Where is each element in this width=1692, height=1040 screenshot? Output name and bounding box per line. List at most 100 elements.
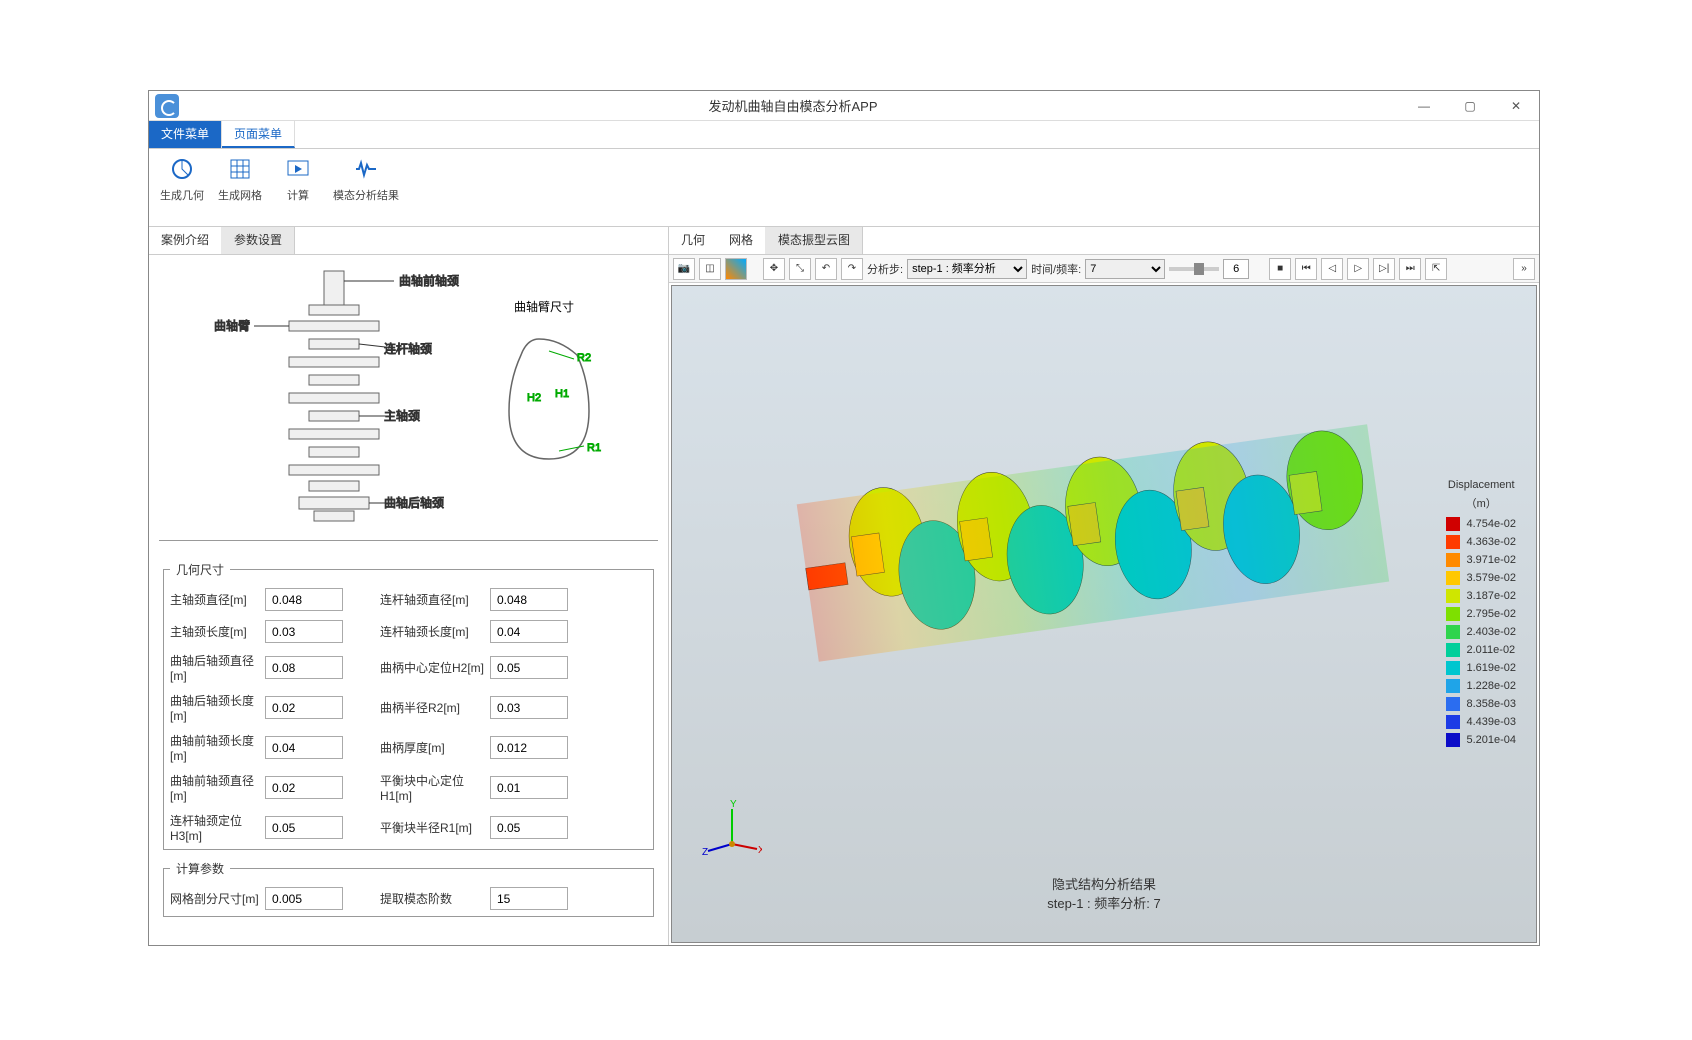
legend-row: 3.579e-02 <box>1446 569 1516 587</box>
geom-input[interactable] <box>490 656 568 679</box>
menu-page[interactable]: 页面菜单 <box>222 121 295 148</box>
time-select[interactable]: 7 <box>1085 259 1165 279</box>
legend-value: 5.201e-04 <box>1466 734 1516 746</box>
view-cube-icon[interactable]: ◫ <box>699 258 721 280</box>
rotate-cw-icon[interactable]: ↷ <box>841 258 863 280</box>
legend-value: 2.011e-02 <box>1466 644 1515 656</box>
gen-mesh-button[interactable]: 生成网格 <box>215 155 265 203</box>
geom-label: 平衡块半径R1[m] <box>380 819 490 836</box>
modal-result-label: 模态分析结果 <box>333 187 399 203</box>
legend-swatch <box>1446 679 1460 693</box>
rotate-ccw-icon[interactable]: ↶ <box>815 258 837 280</box>
axes-icon[interactable]: ⤡ <box>789 258 811 280</box>
menu-file[interactable]: 文件菜单 <box>149 121 222 148</box>
modes-label: 提取模态阶数 <box>380 890 490 907</box>
tab-intro[interactable]: 案例介绍 <box>149 227 221 254</box>
geom-input[interactable] <box>490 816 568 839</box>
window-title: 发动机曲轴自由模态分析APP <box>185 96 1401 115</box>
collapse-icon[interactable]: » <box>1513 258 1535 280</box>
export-icon[interactable]: ⇱ <box>1425 258 1447 280</box>
geom-label: 主轴颈直径[m] <box>170 591 265 608</box>
tab-contour[interactable]: 模态振型云图 <box>765 227 863 254</box>
modal-result-button[interactable]: 模态分析结果 <box>331 155 401 203</box>
schematic-diagram: 曲轴前轴颈 曲轴臂 连杆轴颈 主轴颈 曲轴后轴颈 曲轴臂尺寸 R2 <box>159 261 658 541</box>
step-label: 分析步: <box>867 261 903 277</box>
mesh-size-label: 网格剖分尺寸[m] <box>170 890 265 907</box>
color-legend: Displacement （m） 4.754e-024.363e-023.971… <box>1446 479 1516 749</box>
tab-params[interactable]: 参数设置 <box>221 227 295 254</box>
first-frame-icon[interactable]: ⏮ <box>1295 258 1317 280</box>
geom-input[interactable] <box>490 588 568 611</box>
geom-label: 曲柄中心定位H2[m] <box>380 659 490 676</box>
legend-row: 2.403e-02 <box>1446 623 1516 641</box>
geom-input[interactable] <box>265 588 343 611</box>
legend-swatch <box>1446 571 1460 585</box>
svg-text:曲轴臂尺寸: 曲轴臂尺寸 <box>514 299 574 314</box>
left-pane: 案例介绍 参数设置 <box>149 227 669 945</box>
time-label: 时间/频率: <box>1031 261 1081 277</box>
legend-swatch <box>1446 625 1460 639</box>
svg-text:曲轴后轴颈: 曲轴后轴颈 <box>384 495 444 510</box>
svg-text:H1: H1 <box>555 388 569 400</box>
legend-value: 2.403e-02 <box>1466 626 1516 638</box>
prev-frame-icon[interactable]: ◁ <box>1321 258 1343 280</box>
pan-icon[interactable]: ✥ <box>763 258 785 280</box>
maximize-button[interactable]: ▢ <box>1447 91 1493 121</box>
geom-label: 曲柄半径R2[m] <box>380 699 490 716</box>
right-pane: 几何 网格 模态振型云图 📷 ◫ ✥ ⤡ ↶ ↷ 分析步: step-1 : 频… <box>669 227 1539 945</box>
geom-input[interactable] <box>265 696 343 719</box>
legend-row: 4.754e-02 <box>1446 515 1516 533</box>
result-canvas[interactable]: Y X Z 隐式结构分析结果 step-1 : 频率分析: 7 Displace… <box>671 285 1537 943</box>
geom-input[interactable] <box>490 736 568 759</box>
geom-input[interactable] <box>490 776 568 799</box>
geom-input[interactable] <box>265 656 343 679</box>
legend-value: 3.971e-02 <box>1466 554 1516 566</box>
legend-swatch <box>1446 517 1460 531</box>
frame-number[interactable] <box>1223 259 1249 279</box>
svg-text:X: X <box>758 845 762 856</box>
close-button[interactable]: ✕ <box>1493 91 1539 121</box>
minimize-button[interactable]: — <box>1401 91 1447 121</box>
gen-geometry-label: 生成几何 <box>160 187 204 203</box>
geom-input[interactable] <box>265 620 343 643</box>
geom-input[interactable] <box>490 696 568 719</box>
legend-swatch <box>1446 733 1460 747</box>
gen-geometry-button[interactable]: 生成几何 <box>157 155 207 203</box>
view-toolbar: 📷 ◫ ✥ ⤡ ↶ ↷ 分析步: step-1 : 频率分析 时间/频率: 7 … <box>669 255 1539 283</box>
tab-geometry[interactable]: 几何 <box>669 227 717 254</box>
geom-label: 连杆轴颈直径[m] <box>380 591 490 608</box>
legend-swatch <box>1446 697 1460 711</box>
svg-text:Y: Y <box>730 799 737 810</box>
legend-swatch <box>1446 535 1460 549</box>
legend-row: 4.439e-03 <box>1446 713 1516 731</box>
camera-icon[interactable]: 📷 <box>673 258 695 280</box>
shading-icon[interactable] <box>725 258 747 280</box>
geom-label: 曲柄厚度[m] <box>380 739 490 756</box>
next-frame-icon[interactable]: ▷| <box>1373 258 1395 280</box>
legend-value: 3.187e-02 <box>1466 590 1516 602</box>
modes-input[interactable] <box>490 887 568 910</box>
legend-value: 2.795e-02 <box>1466 608 1516 620</box>
geom-input[interactable] <box>265 736 343 759</box>
compute-button[interactable]: 计算 <box>273 155 323 203</box>
frame-slider[interactable] <box>1169 267 1219 271</box>
step-select[interactable]: step-1 : 频率分析 <box>907 259 1027 279</box>
compute-label: 计算 <box>287 187 309 203</box>
play-icon <box>284 155 312 183</box>
tab-mesh[interactable]: 网格 <box>717 227 765 254</box>
mesh-size-input[interactable] <box>265 887 343 910</box>
geom-input[interactable] <box>490 620 568 643</box>
legend-row: 3.187e-02 <box>1446 587 1516 605</box>
last-frame-icon[interactable]: ⏭ <box>1399 258 1421 280</box>
geom-input[interactable] <box>265 776 343 799</box>
geom-input[interactable] <box>265 816 343 839</box>
geom-label: 连杆轴颈定位H3[m] <box>170 812 265 843</box>
legend-value: 4.439e-03 <box>1466 716 1516 728</box>
geom-label: 曲轴前轴颈直径[m] <box>170 772 265 803</box>
record-icon[interactable]: ■ <box>1269 258 1291 280</box>
geom-label: 主轴颈长度[m] <box>170 623 265 640</box>
legend-row: 1.619e-02 <box>1446 659 1516 677</box>
calc-legend: 计算参数 <box>170 860 230 877</box>
play-icon[interactable]: ▷ <box>1347 258 1369 280</box>
legend-value: 3.579e-02 <box>1466 572 1516 584</box>
